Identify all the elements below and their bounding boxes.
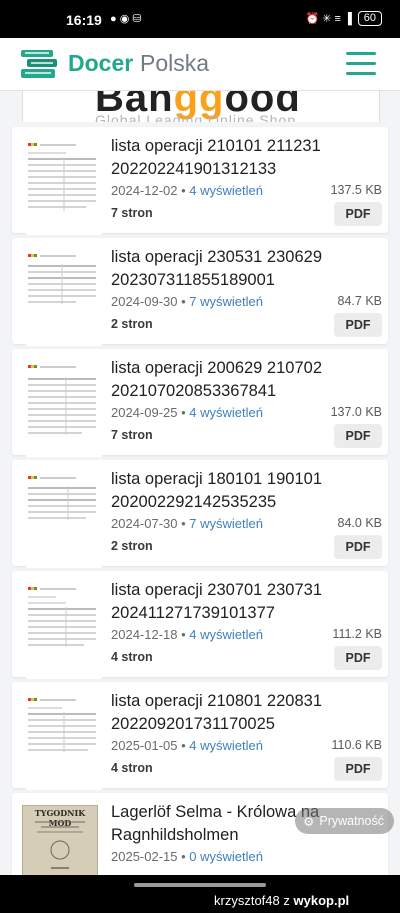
document-meta: 2025-01-05 • 4 wyświetleń bbox=[111, 738, 263, 753]
document-pages: 2 stron bbox=[111, 317, 153, 331]
document-meta: 2024-09-30 • 7 wyświetleń bbox=[111, 294, 263, 309]
menu-button[interactable] bbox=[346, 52, 376, 76]
pdf-badge[interactable]: PDF bbox=[334, 646, 382, 670]
document-size: 84.0 KB bbox=[337, 516, 382, 530]
document-meta: 2024-12-18 • 4 wyświetleń bbox=[111, 627, 263, 642]
document-card[interactable]: lista operacji 230531 230629 20230731185… bbox=[12, 238, 388, 346]
notification-icons: ● ◉ ⛁ bbox=[110, 13, 142, 25]
hamburger-bar bbox=[346, 62, 376, 65]
document-thumbnail[interactable] bbox=[26, 696, 102, 790]
clock: 16:19 bbox=[66, 12, 102, 28]
document-meta: 2024-07-30 • 7 wyświetleń bbox=[111, 516, 263, 531]
document-views: 4 wyświetleń bbox=[189, 627, 263, 642]
document-views: 4 wyświetleń bbox=[189, 738, 263, 753]
books-logo-icon[interactable] bbox=[19, 48, 59, 80]
document-size: 84.7 KB bbox=[337, 294, 382, 308]
site-header: Docer Polska bbox=[0, 38, 400, 91]
document-date: 2024-09-25 bbox=[111, 405, 178, 420]
document-pages: 4 stron bbox=[111, 650, 153, 664]
scanned-page-icon bbox=[35, 821, 85, 869]
document-date: 2024-12-18 bbox=[111, 627, 178, 642]
document-pages: 7 stron bbox=[111, 206, 153, 220]
document-thumbnail[interactable] bbox=[26, 363, 102, 457]
document-meta: 2025-02-15 • 0 wyświetleń bbox=[111, 849, 263, 864]
pdf-badge[interactable]: PDF bbox=[334, 535, 382, 559]
document-views: 7 wyświetleń bbox=[189, 516, 263, 531]
document-size: 110.6 KB bbox=[331, 738, 382, 752]
document-title[interactable]: lista operacji 180101 190101 20200229214… bbox=[111, 468, 381, 514]
document-meta: 2024-09-25 • 4 wyświetleń bbox=[111, 405, 263, 420]
alarm-wifi-signal-icons: ⏰ ✳ ≡ ▐ bbox=[305, 13, 352, 25]
hamburger-bar bbox=[346, 72, 376, 75]
browser-viewport[interactable]: Docer Polska Banggood Global Leading Onl… bbox=[0, 38, 400, 875]
privacy-label: Prywatność bbox=[319, 814, 384, 828]
document-title[interactable]: lista operacji 200629 210702 20210702085… bbox=[111, 357, 381, 403]
privacy-settings-button[interactable]: ⚙ Prywatność bbox=[295, 808, 394, 834]
document-title[interactable]: lista operacji 230701 230731 20241127173… bbox=[111, 579, 381, 625]
document-card[interactable]: lista operacji 180101 190101 20200229214… bbox=[12, 460, 388, 568]
hamburger-icon bbox=[346, 52, 376, 55]
document-card[interactable]: lista operacji 210101 211231 20220224190… bbox=[12, 127, 388, 235]
document-size: 137.0 KB bbox=[330, 405, 382, 419]
pdf-badge[interactable]: PDF bbox=[334, 757, 382, 781]
ad-banner[interactable]: Banggood Global Leading Online Shop bbox=[22, 90, 380, 122]
credit-separator: z bbox=[283, 893, 290, 908]
document-thumbnail[interactable] bbox=[26, 474, 102, 568]
document-size: 111.2 KB bbox=[332, 627, 382, 641]
system-icons: ⏰ ✳ ≡ ▐ 60 bbox=[305, 11, 382, 26]
document-date: 2025-01-05 bbox=[111, 738, 178, 753]
document-date: 2024-09-30 bbox=[111, 294, 178, 309]
watermark-credit: krzysztof48 z wykop.pl bbox=[214, 893, 349, 908]
document-thumbnail[interactable] bbox=[26, 585, 102, 679]
document-pages: 7 stron bbox=[111, 428, 153, 442]
pdf-badge[interactable]: PDF bbox=[334, 202, 382, 226]
document-pages: 2 stron bbox=[111, 539, 153, 553]
document-date: 2024-07-30 bbox=[111, 516, 178, 531]
document-thumbnail[interactable] bbox=[26, 141, 102, 235]
document-views: 7 wyświetleń bbox=[189, 294, 263, 309]
system-navigation-bar: krzysztof48 z wykop.pl bbox=[0, 875, 400, 913]
document-title[interactable]: lista operacji 230531 230629 20230731185… bbox=[111, 246, 381, 292]
document-views: 4 wyświetleń bbox=[189, 183, 263, 198]
credit-author: krzysztof48 bbox=[214, 893, 280, 908]
document-card[interactable]: lista operacji 200629 210702 20210702085… bbox=[12, 349, 388, 457]
document-pages: 4 stron bbox=[111, 761, 153, 775]
document-date: 2025-02-15 bbox=[111, 849, 178, 864]
document-card[interactable]: TYGODNIK MOD Lagerlöf Selma - Królowa na… bbox=[12, 793, 388, 875]
document-title[interactable]: lista operacji 210101 211231 20220224190… bbox=[111, 135, 381, 181]
status-bar: 16:19 ● ◉ ⛁ ⏰ ✳ ≡ ▐ 60 bbox=[0, 0, 400, 38]
document-meta: 2024-12-02 • 4 wyświetleń bbox=[111, 183, 263, 198]
brand-name[interactable]: Docer bbox=[68, 50, 133, 77]
gear-icon: ⚙ bbox=[303, 814, 315, 829]
document-views: 0 wyświetleń bbox=[189, 849, 263, 864]
document-thumbnail[interactable]: TYGODNIK MOD bbox=[22, 805, 98, 875]
credit-site: wykop.pl bbox=[293, 893, 350, 908]
document-card[interactable]: lista operacji 230701 230731 20241127173… bbox=[12, 571, 388, 679]
ad-tagline: Global Leading Online Shop bbox=[95, 112, 297, 122]
pdf-badge[interactable]: PDF bbox=[334, 424, 382, 448]
document-size: 137.5 KB bbox=[330, 183, 382, 197]
pdf-badge[interactable]: PDF bbox=[334, 313, 382, 337]
home-indicator[interactable] bbox=[134, 883, 266, 887]
document-thumbnail[interactable] bbox=[26, 252, 102, 346]
document-card[interactable]: lista operacji 210801 220831 20220920173… bbox=[12, 682, 388, 790]
document-date: 2024-12-02 bbox=[111, 183, 178, 198]
document-title[interactable]: lista operacji 210801 220831 20220920173… bbox=[111, 690, 381, 736]
brand-country[interactable]: Polska bbox=[140, 50, 209, 77]
battery-icon: 60 bbox=[357, 11, 382, 26]
document-views: 4 wyświetleń bbox=[189, 405, 263, 420]
